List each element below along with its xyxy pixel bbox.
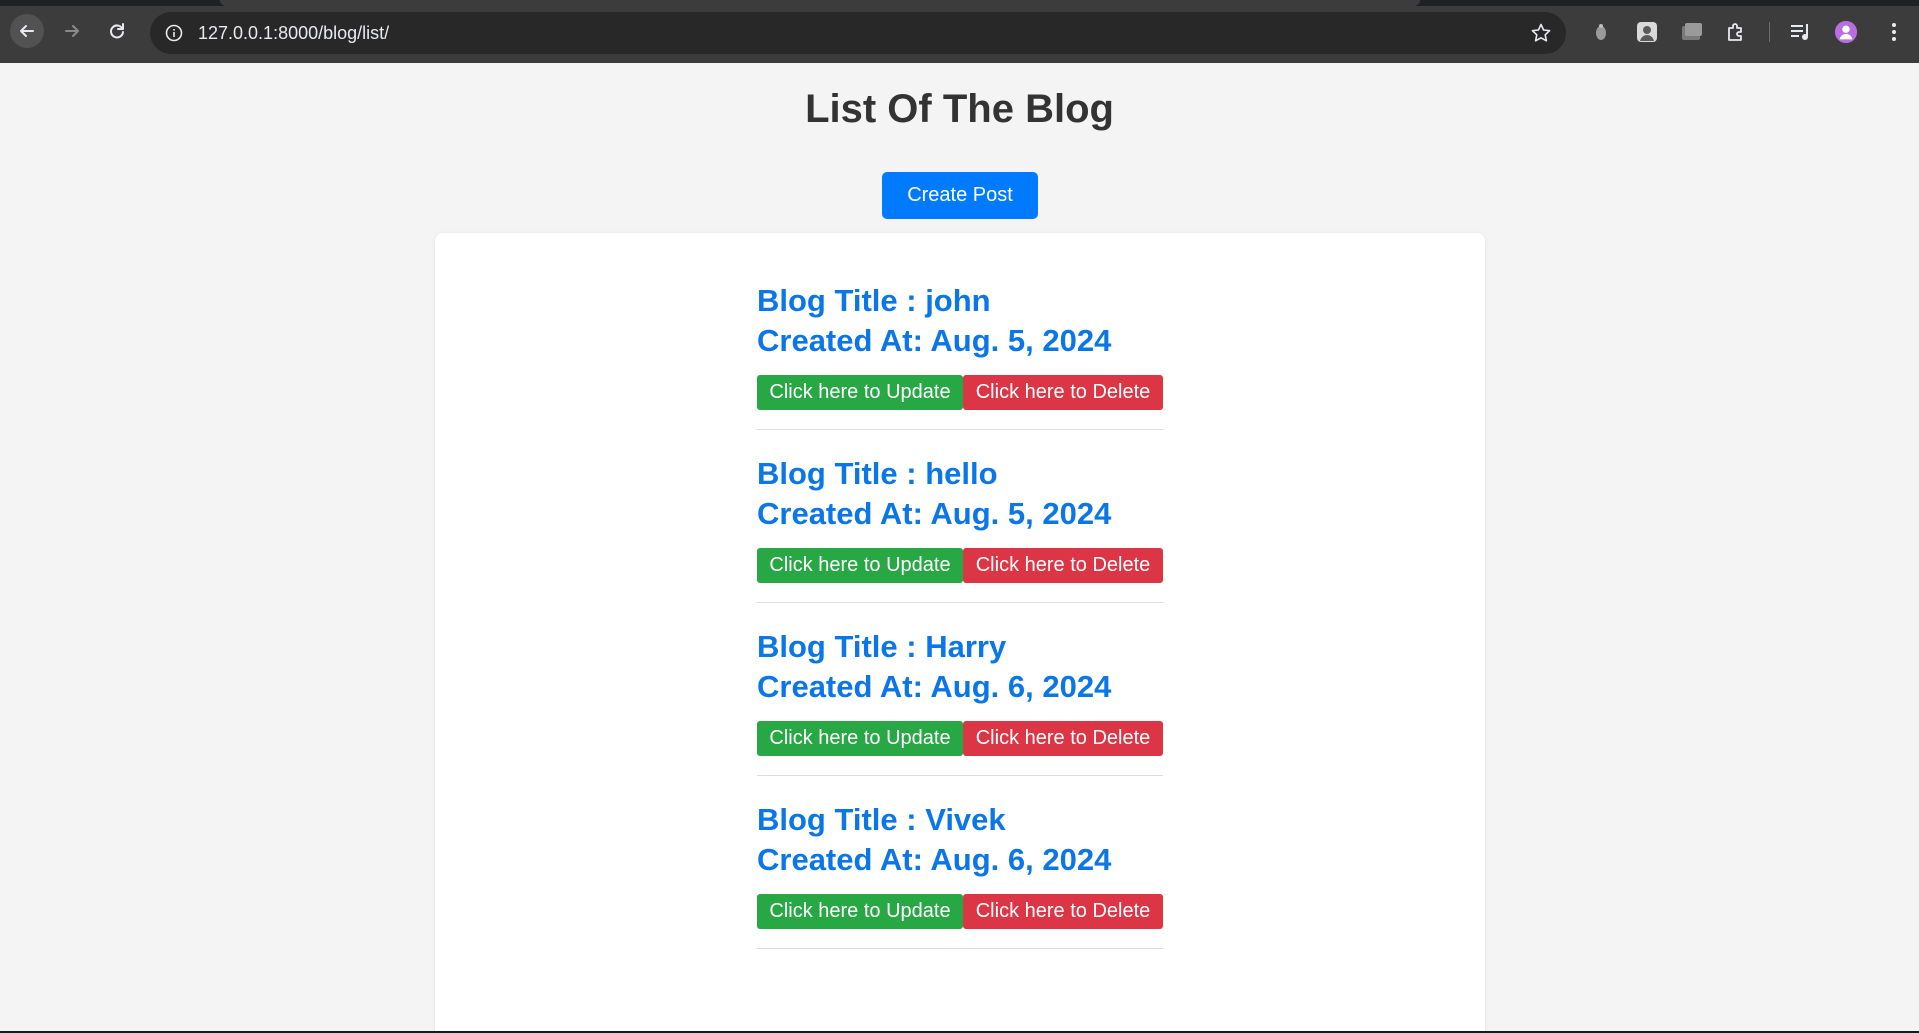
tab-strip <box>0 0 1919 6</box>
page-body: List Of The Blog Create Post Blog Title … <box>0 63 1919 1033</box>
post-divider <box>757 602 1163 603</box>
blog-post-date: Created At: Aug. 6, 2024 <box>757 842 1112 877</box>
post-divider <box>757 775 1163 776</box>
blog-post-item: Blog Title : Harry Created At: Aug. 6, 2… <box>757 627 1163 776</box>
toolbar-divider <box>1769 22 1770 42</box>
star-icon[interactable] <box>1530 22 1552 44</box>
update-button[interactable]: Click here to Update <box>757 548 963 583</box>
update-button[interactable]: Click here to Update <box>757 721 963 756</box>
post-actions: Click here to Update Click here to Delet… <box>757 894 1163 929</box>
post-actions: Click here to Update Click here to Delet… <box>757 548 1163 583</box>
delete-button[interactable]: Click here to Delete <box>963 375 1163 410</box>
post-actions: Click here to Update Click here to Delet… <box>757 721 1163 756</box>
delete-button[interactable]: Click here to Delete <box>963 721 1163 756</box>
blog-post-item: Blog Title : hello Created At: Aug. 5, 2… <box>757 454 1163 603</box>
extension-pin-icon[interactable] <box>1589 20 1613 44</box>
forward-arrow-icon <box>65 25 79 37</box>
window-icon[interactable] <box>1680 20 1704 44</box>
blog-list-card: Blog Title : john Created At: Aug. 5, 20… <box>435 233 1485 1033</box>
post-divider <box>757 948 1163 949</box>
create-post-button[interactable]: Create Post <box>882 172 1038 219</box>
address-bar[interactable]: 127.0.0.1:8000/blog/list/ <box>150 12 1566 54</box>
blog-post-title: Blog Title : Vivek <box>757 802 1006 837</box>
post-divider <box>757 429 1163 430</box>
puzzle-icon[interactable] <box>1724 20 1748 44</box>
blog-post-title: Blog Title : hello <box>757 456 998 491</box>
info-icon[interactable] <box>164 23 184 43</box>
back-button[interactable] <box>10 14 44 48</box>
blog-post-title: Blog Title : Harry <box>757 629 1007 664</box>
url-text[interactable]: 127.0.0.1:8000/blog/list/ <box>198 23 389 44</box>
blog-post-item: Blog Title : john Created At: Aug. 5, 20… <box>757 281 1163 430</box>
profile-avatar-icon[interactable] <box>1834 20 1858 44</box>
forward-button[interactable] <box>55 14 89 48</box>
page-title: List Of The Blog <box>805 87 1114 131</box>
menu-dots-icon[interactable] <box>1882 20 1906 44</box>
reload-icon <box>110 23 124 39</box>
browser-toolbar: 127.0.0.1:8000/blog/list/ <box>0 0 1919 63</box>
reload-button[interactable] <box>100 14 134 48</box>
delete-button[interactable]: Click here to Delete <box>963 894 1163 929</box>
update-button[interactable]: Click here to Update <box>757 894 963 929</box>
back-arrow-icon <box>20 25 34 37</box>
active-tab[interactable] <box>220 0 1420 6</box>
media-icon[interactable] <box>1789 20 1813 44</box>
post-actions: Click here to Update Click here to Delet… <box>757 375 1163 410</box>
update-button[interactable]: Click here to Update <box>757 375 963 410</box>
delete-button[interactable]: Click here to Delete <box>963 548 1163 583</box>
blog-post-date: Created At: Aug. 5, 2024 <box>757 323 1112 358</box>
extension-icon[interactable] <box>1635 20 1659 44</box>
blog-post-date: Created At: Aug. 6, 2024 <box>757 669 1112 704</box>
blog-post-date: Created At: Aug. 5, 2024 <box>757 496 1112 531</box>
blog-post-item: Blog Title : Vivek Created At: Aug. 6, 2… <box>757 800 1163 949</box>
blog-post-title: Blog Title : john <box>757 283 991 318</box>
